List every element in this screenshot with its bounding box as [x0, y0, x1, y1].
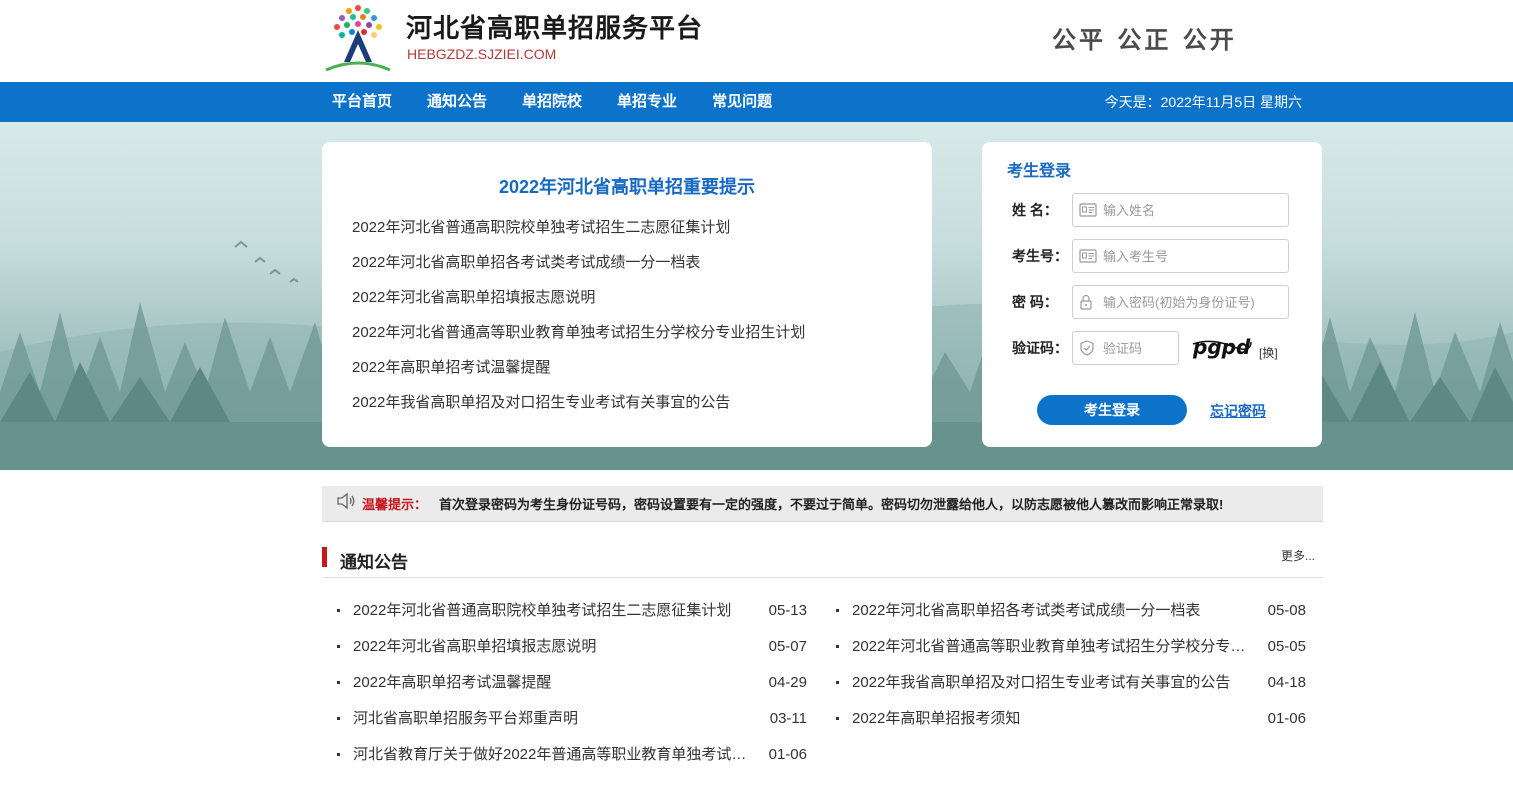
- announcements-right-column: 2022年河北省高职单招各考试类考试成绩一分一档表 05-08 2022年河北省普…: [836, 600, 1306, 744]
- bullet-icon: [337, 645, 340, 648]
- announcement-date: 05-07: [768, 638, 807, 655]
- announcement-title[interactable]: 河北省高职单招服务平台郑重声明: [353, 708, 758, 730]
- candidate-id-field[interactable]: [1072, 239, 1289, 273]
- site-title: 河北省高职单招服务平台: [406, 13, 704, 43]
- notice-item[interactable]: 2022年我省高职单招及对口招生专业考试有关事宜的公告: [352, 392, 805, 427]
- captcha-label: 验证码：: [1012, 340, 1068, 356]
- section-accent-bar: [322, 547, 327, 567]
- captcha-row: 验证码： pgpd [换]: [1012, 331, 1278, 365]
- login-card: 考生登录 姓 名： 考生号： 密 码：: [982, 142, 1322, 447]
- announcement-title[interactable]: 2022年河北省高职单招各考试类考试成绩一分一档表: [852, 600, 1257, 622]
- announcement-date: 01-06: [1267, 710, 1306, 727]
- more-link[interactable]: 更多...: [1281, 547, 1315, 564]
- bullet-icon: [337, 717, 340, 720]
- announcements-title: 通知公告: [340, 553, 408, 572]
- password-label: 密 码：: [1012, 294, 1058, 310]
- important-notice-card: 2022年河北省高职单招重要提示 2022年河北省普通高职院校单独考试招生二志愿…: [322, 142, 932, 447]
- announcements-header: 通知公告 更多...: [322, 544, 1323, 578]
- announcement-date: 05-13: [768, 602, 807, 619]
- nav-item-faq[interactable]: 常见问题: [702, 82, 782, 122]
- bullet-icon: [836, 717, 839, 720]
- candidate-id-label: 考生号：: [1012, 248, 1068, 264]
- list-item[interactable]: 2022年河北省普通高职院校单独考试招生二志愿征集计划 05-13: [337, 600, 807, 636]
- password-field[interactable]: [1072, 285, 1289, 319]
- announcement-date: 01-06: [768, 746, 807, 763]
- important-notice-title: 2022年河北省高职单招重要提示: [498, 177, 756, 197]
- id-card-icon: [1079, 202, 1099, 218]
- banner: 2022年河北省高职单招重要提示 2022年河北省普通高职院校单独考试招生二志愿…: [0, 122, 1513, 470]
- list-item[interactable]: 河北省高职单招服务平台郑重声明 03-11: [337, 708, 807, 744]
- login-title: 考生登录: [1007, 163, 1072, 180]
- bullet-icon: [836, 645, 839, 648]
- candidate-id-row: 考生号：: [1012, 239, 1289, 273]
- notice-item[interactable]: 2022年河北省普通高职院校单独考试招生二志愿征集计划: [352, 217, 805, 252]
- site-domain: HEBGZDZ.SJZIEI.COM: [407, 46, 557, 62]
- nav-item-schools[interactable]: 单招院校: [512, 82, 592, 122]
- nav-item-notices[interactable]: 通知公告: [417, 82, 497, 122]
- bullet-icon: [337, 753, 340, 756]
- notice-item[interactable]: 2022年河北省普通高等职业教育单独考试招生分学校分专业招生计划: [352, 322, 805, 357]
- announcements-left-column: 2022年河北省普通高职院校单独考试招生二志愿征集计划 05-13 2022年河北…: [337, 600, 807, 780]
- shield-check-icon: [1079, 340, 1099, 356]
- password-input[interactable]: [1103, 294, 1273, 310]
- bullet-icon: [836, 609, 839, 612]
- warm-tip-text: 首次登录密码为考生身份证号码，密码设置要有一定的强度，不要过于简单。密码切勿泄露…: [439, 497, 1224, 512]
- login-button[interactable]: 考生登录: [1037, 395, 1187, 425]
- announcement-date: 04-29: [768, 674, 807, 691]
- id-card-icon: [1079, 248, 1099, 264]
- password-row: 密 码：: [1012, 285, 1289, 319]
- list-item[interactable]: 2022年高职单招报考须知 01-06: [836, 708, 1306, 744]
- list-item[interactable]: 河北省教育厅关于做好2022年普通高等职业教育单独考试招生工作的通知 01-06: [337, 744, 807, 780]
- announcement-title[interactable]: 2022年高职单招考试温馨提醒: [353, 672, 758, 694]
- announcement-date: 05-05: [1267, 638, 1306, 655]
- name-row: 姓 名：: [1012, 193, 1289, 227]
- list-item[interactable]: 2022年我省高职单招及对口招生专业考试有关事宜的公告 04-18: [836, 672, 1306, 708]
- bullet-icon: [836, 681, 839, 684]
- name-input[interactable]: [1103, 202, 1273, 218]
- bullet-icon: [337, 609, 340, 612]
- forgot-password-link[interactable]: 忘记密码: [1210, 401, 1266, 421]
- lock-icon: [1079, 294, 1099, 310]
- notice-item[interactable]: 2022年高职单招考试温馨提醒: [352, 357, 805, 392]
- name-label: 姓 名：: [1012, 202, 1058, 218]
- captcha-input[interactable]: [1103, 340, 1173, 356]
- captcha-refresh-link[interactable]: [换]: [1259, 344, 1278, 361]
- logo-icon: [325, 5, 391, 72]
- announcement-title[interactable]: 2022年我省高职单招及对口招生专业考试有关事宜的公告: [852, 672, 1257, 694]
- announcement-title[interactable]: 河北省教育厅关于做好2022年普通高等职业教育单独考试招生工作的通知: [353, 744, 758, 766]
- main-nav: 平台首页 通知公告 单招院校 单招专业 常见问题 今天是：2022年11月5日 …: [0, 82, 1513, 122]
- slogan: 公平 公正 公开: [1052, 25, 1237, 54]
- notice-item[interactable]: 2022年河北省高职单招各考试类考试成绩一分一档表: [352, 252, 805, 287]
- speaker-icon: [336, 492, 356, 515]
- announcement-date: 03-11: [769, 710, 807, 727]
- announcement-date: 05-08: [1267, 602, 1306, 619]
- notice-item[interactable]: 2022年河北省高职单招填报志愿说明: [352, 287, 805, 322]
- warm-tip-label: 温馨提示：: [362, 497, 428, 512]
- list-item[interactable]: 2022年河北省高职单招填报志愿说明 05-07: [337, 636, 807, 672]
- list-item[interactable]: 2022年河北省普通高等职业教育单独考试招生分学校分专业招生计划 05-05: [836, 636, 1306, 672]
- list-item[interactable]: 2022年高职单招考试温馨提醒 04-29: [337, 672, 807, 708]
- announcement-title[interactable]: 2022年河北省普通高等职业教育单独考试招生分学校分专业招生计划: [852, 636, 1257, 658]
- name-field[interactable]: [1072, 193, 1289, 227]
- warm-tip-bar: 温馨提示： 首次登录密码为考生身份证号码，密码设置要有一定的强度，不要过于简单。…: [322, 486, 1323, 522]
- announcement-date: 04-18: [1267, 674, 1306, 691]
- captcha-field[interactable]: [1072, 331, 1179, 365]
- candidate-id-input[interactable]: [1103, 248, 1273, 264]
- announcement-title[interactable]: 2022年河北省高职单招填报志愿说明: [353, 636, 758, 658]
- announcement-title[interactable]: 2022年河北省普通高职院校单独考试招生二志愿征集计划: [353, 600, 758, 622]
- nav-item-majors[interactable]: 单招专业: [607, 82, 687, 122]
- nav-item-home[interactable]: 平台首页: [322, 82, 402, 122]
- current-date: 今天是：2022年11月5日 星期六: [1104, 94, 1302, 110]
- site-header: 河北省高职单招服务平台 HEBGZDZ.SJZIEI.COM 公平 公正 公开: [0, 0, 1513, 82]
- announcement-title[interactable]: 2022年高职单招报考须知: [852, 708, 1257, 730]
- captcha-image-text: pgpd: [1192, 335, 1251, 359]
- list-item[interactable]: 2022年河北省高职单招各考试类考试成绩一分一档表 05-08: [836, 600, 1306, 636]
- captcha-image[interactable]: pgpd: [1191, 334, 1253, 362]
- bullet-icon: [337, 681, 340, 684]
